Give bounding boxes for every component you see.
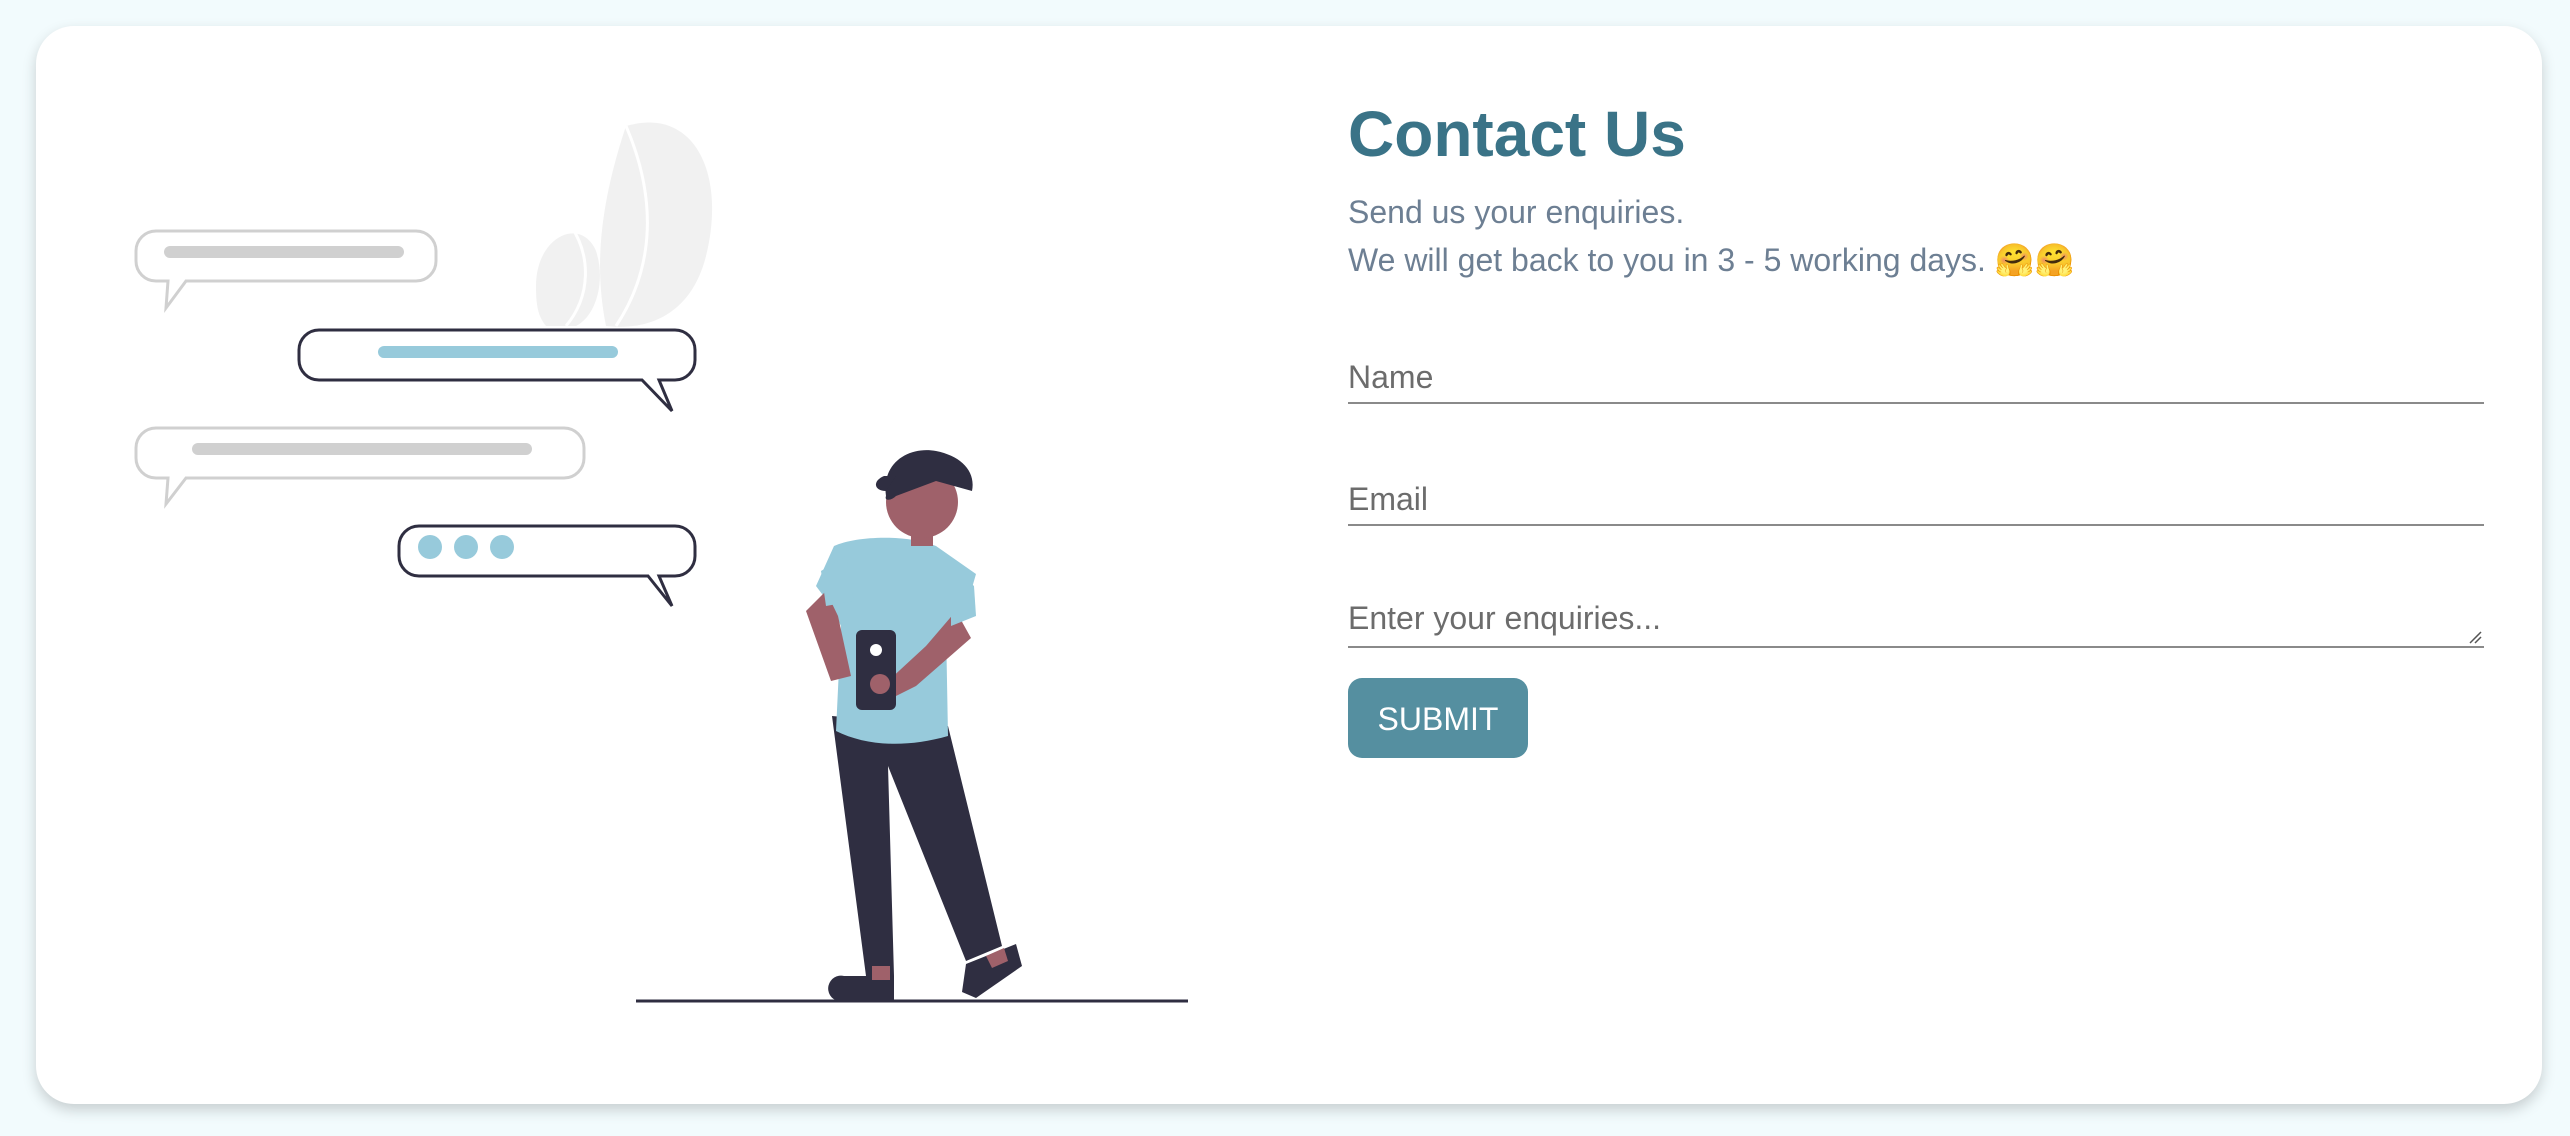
chat-illustration xyxy=(36,26,1336,1104)
submit-button[interactable]: SUBMIT xyxy=(1348,678,1528,758)
chat-bubble-2-icon xyxy=(297,328,697,413)
leaf-decoration-icon xyxy=(536,122,713,327)
chat-bubble-1-icon xyxy=(134,229,438,314)
page-title: Contact Us xyxy=(1348,98,1686,170)
contact-form-panel: Contact Us Send us your enquiries. We wi… xyxy=(1348,102,2518,758)
name-field-wrapper xyxy=(1348,342,2484,404)
email-input[interactable] xyxy=(1348,481,2484,518)
resize-grip-icon[interactable] xyxy=(2466,628,2482,644)
enquiry-textarea[interactable] xyxy=(1348,596,2484,640)
person-icon xyxy=(806,450,1022,1001)
contact-form: SUBMIT xyxy=(1348,342,2518,758)
contact-card: Contact Us Send us your enquiries. We wi… xyxy=(36,26,2542,1104)
chat-bubble-3-icon xyxy=(134,426,586,509)
subtitle-line-1: Send us your enquiries. xyxy=(1348,194,1685,230)
subtitle: Send us your enquiries. We will get back… xyxy=(1348,188,2518,284)
subtitle-line-2-text: We will get back to you in 3 - 5 working… xyxy=(1348,242,1986,278)
name-input[interactable] xyxy=(1348,359,2484,396)
subtitle-line-2: We will get back to you in 3 - 5 working… xyxy=(1348,236,2518,284)
hugging-face-emoji-icon: 🤗🤗 xyxy=(1994,241,2075,279)
typing-bubble-icon xyxy=(397,524,697,607)
enquiry-field-wrapper xyxy=(1348,586,2484,648)
email-field-wrapper xyxy=(1348,464,2484,526)
